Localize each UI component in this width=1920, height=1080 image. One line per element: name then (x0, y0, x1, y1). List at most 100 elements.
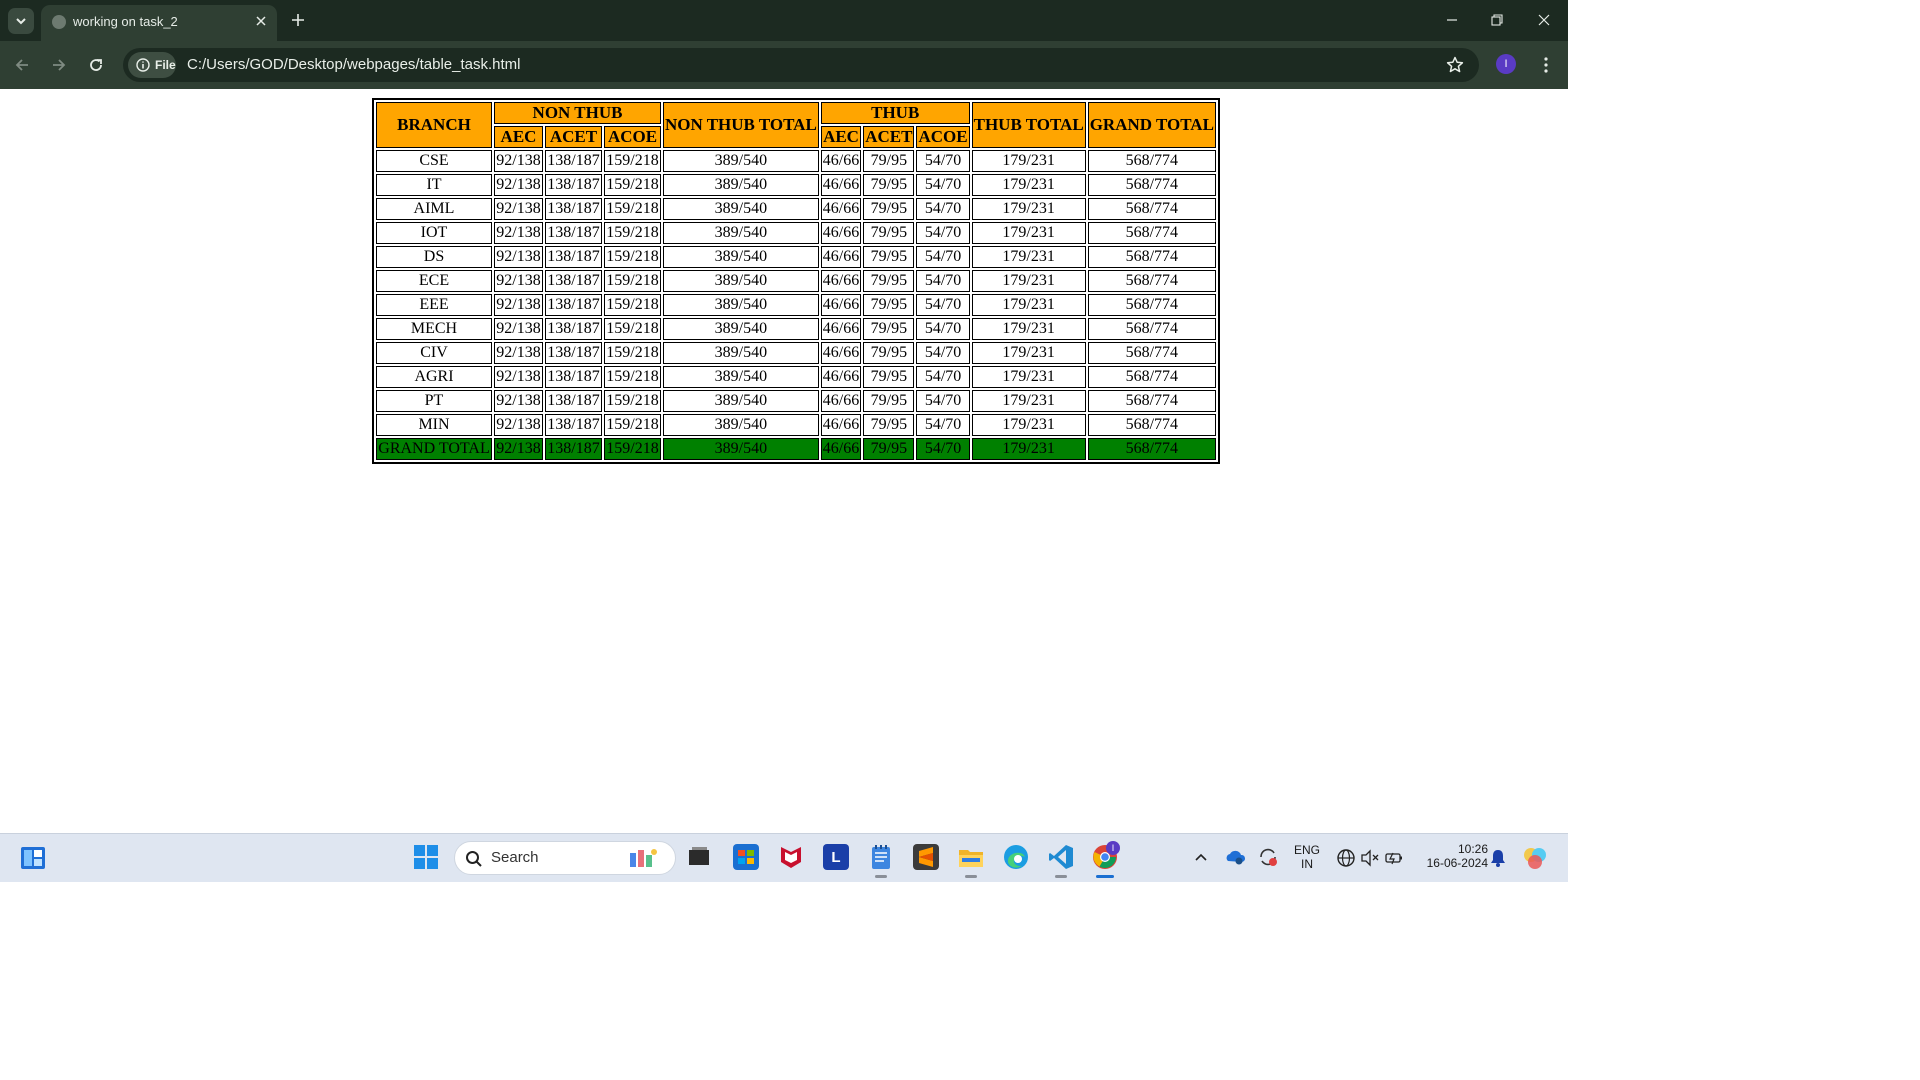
forward-button[interactable] (47, 53, 71, 77)
widgets-icon[interactable] (20, 846, 46, 870)
cell-thub-total: 179/231 (971, 294, 1086, 316)
cell-thub-acet: 79/95 (863, 198, 915, 220)
cell-thub-acoe: 54/70 (916, 294, 970, 316)
tray-overflow-button[interactable] (1194, 850, 1208, 868)
notepad-icon[interactable] (868, 844, 894, 870)
cell-branch: IT (376, 174, 492, 196)
chevron-up-icon (1195, 853, 1207, 861)
header-thub: THUB (820, 102, 970, 124)
cell-thub-acoe: 54/70 (916, 246, 970, 268)
cell-non-thub-total: 389/540 (663, 390, 819, 412)
cell-non-thub-acoe: 159/218 (604, 294, 661, 316)
cell-thub-acoe: 54/70 (916, 198, 970, 220)
cell-thub-aec: 46/66 (820, 294, 862, 316)
profile-avatar[interactable]: I (1496, 54, 1516, 74)
clock[interactable]: 10:26 16-06-2024 (1412, 842, 1488, 870)
tab-search-button[interactable] (8, 8, 34, 34)
bell-icon (1491, 850, 1505, 867)
vscode-running-indicator (1055, 875, 1067, 878)
table-row: PT 92/138 138/187 159/218 389/540 46/66 … (376, 390, 1216, 412)
mcafee-icon[interactable] (778, 844, 804, 870)
close-window-button[interactable] (1531, 8, 1557, 32)
header-thub-total: THUB TOTAL (971, 102, 1086, 148)
network-icon[interactable] (1336, 848, 1356, 873)
cell-thub-total: 179/231 (971, 174, 1086, 196)
header-branch: BRANCH (376, 102, 492, 148)
header-non-thub: NON THUB (494, 102, 661, 124)
restore-button[interactable] (1484, 8, 1510, 32)
cell-branch: PT (376, 390, 492, 412)
arrow-left-icon (15, 59, 28, 71)
cell-non-thub-acet: 138/187 (545, 270, 602, 292)
cell-thub-aec: 46/66 (820, 174, 862, 196)
store-icon[interactable] (733, 844, 759, 870)
cell-thub-total: 179/231 (971, 438, 1086, 460)
new-tab-button[interactable] (287, 9, 309, 31)
cell-thub-acet: 79/95 (863, 222, 915, 244)
task-view-icon[interactable] (686, 844, 712, 870)
bookmark-button[interactable] (1445, 55, 1465, 75)
arrow-right-icon (53, 59, 66, 71)
cell-non-thub-acoe: 159/218 (604, 438, 661, 460)
star-icon (1446, 56, 1464, 73)
cell-thub-aec: 46/66 (820, 150, 862, 172)
copilot-preview-icon[interactable] (1522, 845, 1548, 876)
cell-thub-total: 179/231 (971, 222, 1086, 244)
cell-thub-total: 179/231 (971, 342, 1086, 364)
cell-thub-acoe: 54/70 (916, 270, 970, 292)
cell-thub-aec: 46/66 (820, 318, 862, 340)
cell-thub-acet: 79/95 (863, 174, 915, 196)
explorer-running-indicator (965, 875, 977, 878)
cell-non-thub-total: 389/540 (663, 438, 819, 460)
minimize-button[interactable] (1439, 8, 1465, 32)
cell-thub-acet: 79/95 (863, 150, 915, 172)
cell-non-thub-total: 389/540 (663, 366, 819, 388)
cell-thub-acet: 79/95 (863, 390, 915, 412)
address-bar[interactable]: File C:/Users/GOD/Desktop/webpages/table… (123, 48, 1479, 82)
header-thub-acoe: ACOE (916, 126, 970, 148)
file-explorer-icon[interactable] (958, 844, 984, 870)
battery-icon[interactable] (1384, 848, 1404, 873)
sublime-icon[interactable] (913, 844, 939, 870)
volume-muted-icon[interactable] (1360, 848, 1380, 873)
close-icon (256, 16, 266, 26)
header-non-thub-acoe: ACOE (604, 126, 661, 148)
cell-grand-total: 568/774 (1087, 174, 1216, 196)
back-button[interactable] (10, 53, 34, 77)
cell-non-thub-acoe: 159/218 (604, 270, 661, 292)
site-info-chip[interactable]: File (128, 52, 176, 78)
tab-active[interactable]: working on task_2 (41, 5, 277, 41)
cell-grand-total: 568/774 (1087, 414, 1216, 436)
notifications-button[interactable] (1490, 849, 1506, 872)
sync-icon[interactable] (1257, 847, 1279, 872)
cell-thub-aec: 46/66 (820, 390, 862, 412)
cell-thub-acoe: 54/70 (916, 222, 970, 244)
tab-close-button[interactable] (251, 11, 271, 31)
taskbar-search-box[interactable]: Search (454, 841, 676, 875)
cell-branch: MIN (376, 414, 492, 436)
cell-non-thub-acet: 138/187 (545, 222, 602, 244)
reload-button[interactable] (84, 53, 108, 77)
reload-icon (90, 59, 102, 71)
l-app-icon[interactable]: L (823, 844, 849, 870)
vscode-icon[interactable] (1048, 844, 1074, 870)
results-table: BRANCH NON THUB NON THUB TOTAL THUB THUB… (372, 98, 1220, 464)
globe-icon (52, 15, 66, 29)
start-icon[interactable] (413, 844, 439, 870)
cell-thub-acoe: 54/70 (916, 342, 970, 364)
language-indicator[interactable]: ENG IN (1290, 843, 1324, 871)
copilot-icon (630, 849, 657, 867)
cell-grand-total: 568/774 (1087, 318, 1216, 340)
cell-non-thub-acet: 138/187 (545, 414, 602, 436)
browser-toolbar: File C:/Users/GOD/Desktop/webpages/table… (0, 41, 1568, 89)
cell-branch: CIV (376, 342, 492, 364)
edge-icon[interactable] (1003, 844, 1029, 870)
url-text[interactable]: C:/Users/GOD/Desktop/webpages/table_task… (187, 56, 520, 73)
table-row: AIML 92/138 138/187 159/218 389/540 46/6… (376, 198, 1216, 220)
cell-branch: EEE (376, 294, 492, 316)
browser-menu-button[interactable] (1536, 53, 1556, 77)
header-thub-acet: ACET (863, 126, 915, 148)
cell-non-thub-aec: 92/138 (494, 438, 543, 460)
cell-thub-acoe: 54/70 (916, 174, 970, 196)
onedrive-icon[interactable] (1224, 847, 1246, 872)
